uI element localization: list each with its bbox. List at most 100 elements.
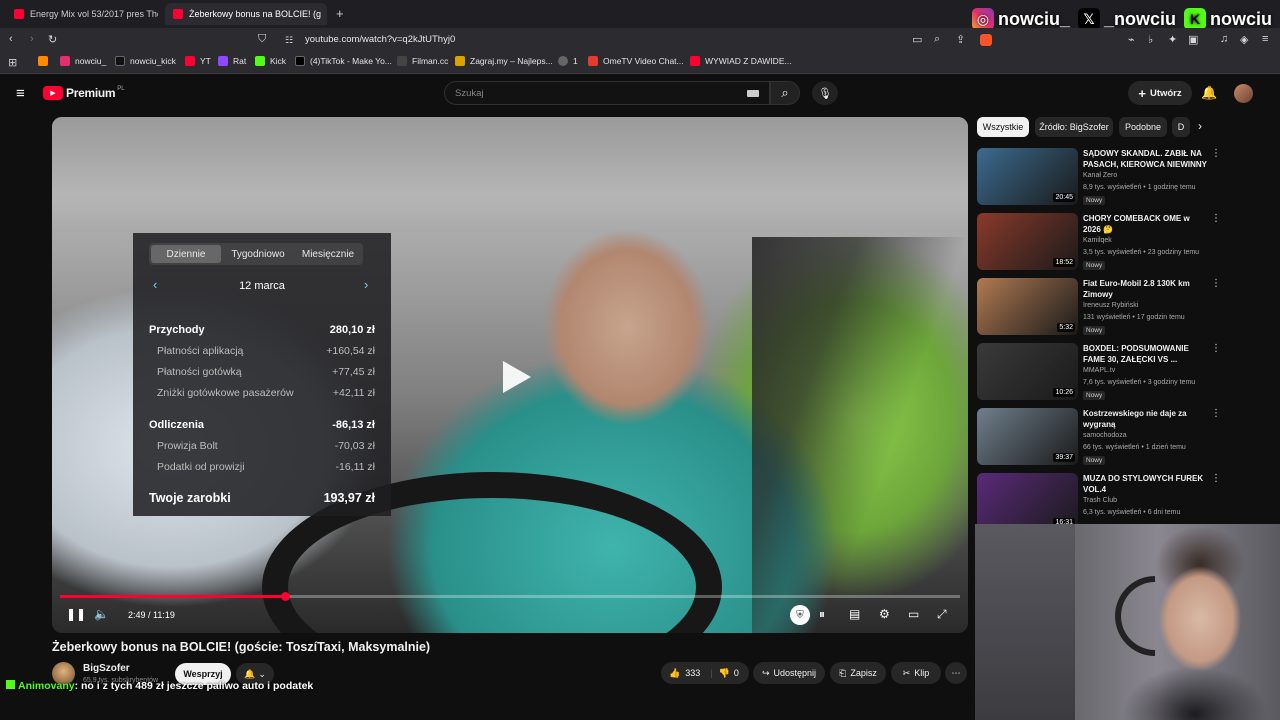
more-options-icon[interactable]: ⋮ (1211, 408, 1221, 419)
bookmark-item[interactable] (38, 56, 53, 66)
music-icon[interactable]: ♫ (1220, 33, 1228, 45)
sidebar-toggle-icon[interactable]: ▣ (1188, 33, 1198, 46)
tab-monthly[interactable]: Miesięcznie (295, 245, 361, 263)
more-options-icon[interactable]: ⋮ (1211, 148, 1221, 159)
recommendation-channel[interactable]: Trash Club (1083, 497, 1117, 504)
recommendation-channel[interactable]: Kamilqek (1083, 237, 1112, 244)
more-options-icon[interactable]: ⋮ (1211, 473, 1221, 484)
recommendation-item[interactable]: 39:37 Kostrzewskiego nie daje za wygraną s… (977, 408, 1222, 468)
bookmark-item[interactable]: Zagraj.my – Najleps... (455, 56, 553, 66)
share-button[interactable]: ↪ Udostępnij (753, 662, 825, 684)
thumbs-down-icon[interactable]: 👎 (719, 668, 730, 679)
tab-weekly[interactable]: Tygodniowo (223, 245, 293, 263)
recommendation-channel[interactable]: Kanał Zero (1083, 172, 1117, 179)
browser-tab[interactable]: Energy Mix vol 53/2017 pres The (6, 3, 158, 25)
keyboard-icon[interactable] (747, 90, 759, 97)
chip-source[interactable]: Źródło: BigSzofer (1035, 117, 1113, 137)
thumbs-up-icon[interactable]: 👍 (669, 668, 680, 679)
new-tab-icon[interactable]: + (336, 6, 344, 21)
hamburger-menu-icon[interactable]: ≡ (16, 85, 25, 102)
video-thumbnail[interactable]: 5:32 (977, 278, 1078, 335)
bookmark-item[interactable]: 1 (558, 56, 578, 66)
back-icon[interactable]: ‹ (9, 33, 13, 45)
like-count[interactable]: 333 (685, 668, 700, 678)
bookmark-item[interactable]: WYWIAD Z DAWIDE... (690, 56, 792, 66)
recommendation-title[interactable]: SĄDOWY SKANDAL. ZABIŁ NA PASACH, KIEROWC… (1083, 148, 1207, 170)
miniplayer-icon[interactable]: ▭ (908, 607, 919, 621)
apps-grid-icon[interactable]: ⊞ (8, 56, 17, 69)
bookmark-item[interactable]: OmeTV Video Chat... (588, 56, 684, 66)
create-button[interactable]: + Utwórz (1128, 81, 1192, 105)
more-options-icon[interactable]: ⋮ (1211, 343, 1221, 354)
bookmark-item[interactable]: nowciu_ (60, 56, 106, 66)
play-icon[interactable] (495, 357, 535, 397)
cast-icon[interactable]: ▭ (912, 33, 922, 46)
video-thumbnail[interactable]: 39:37 (977, 408, 1078, 465)
url-bar[interactable]: youtube.com/watch?v=q2kJtUThyj0 (305, 34, 455, 45)
reload-icon[interactable]: ↻ (48, 33, 57, 46)
bookmark-item[interactable]: YT (185, 56, 211, 66)
fullscreen-icon[interactable]: ⤢ (937, 607, 947, 622)
voice-search-button[interactable]: 🎙 (812, 81, 838, 105)
extension-icon[interactable]: ⌁ (1128, 33, 1135, 46)
avatar[interactable] (1234, 84, 1253, 103)
recommendation-title[interactable]: CHORY COMEBACK OME w 2026 🤔 (1083, 213, 1207, 235)
search-input[interactable]: Szukaj (444, 81, 770, 105)
chip-all[interactable]: Wszystkie (977, 117, 1029, 137)
search-button[interactable]: ⌕ (770, 81, 800, 105)
recommendation-title[interactable]: Fiat Euro-Mobil 2.8 130K km Zimowy (1083, 278, 1207, 300)
bookmark-item[interactable]: Kick (255, 56, 286, 66)
recommendation-channel[interactable]: samochodoza (1083, 432, 1127, 439)
video-thumbnail[interactable]: 16:31 (977, 473, 1078, 524)
subtitles-icon[interactable]: ▤ (849, 607, 860, 621)
brave-shield-icon[interactable] (980, 34, 992, 46)
recommendation-channel[interactable]: MMAPL.tv (1083, 367, 1115, 374)
bookmark-item[interactable]: Filman.cc (397, 56, 448, 66)
video-thumbnail[interactable]: 20:45 (977, 148, 1078, 205)
bookmark-item[interactable]: nowciu_kick (115, 56, 176, 66)
settings-gear-icon[interactable]: ⚙ (879, 607, 890, 621)
site-info-icon[interactable]: ☷ (285, 35, 293, 46)
recommendation-item[interactable]: 10:26 BOXDEL: PODSUMOWANIE FAME 30, ZAŁĘC… (977, 343, 1222, 403)
more-options-icon[interactable]: ⋮ (1211, 213, 1221, 224)
puzzle-icon[interactable]: ✦ (1168, 33, 1177, 46)
chip-similar[interactable]: Podobne (1119, 117, 1167, 137)
next-date-chevron-icon[interactable]: › (364, 277, 368, 292)
share-icon[interactable]: ⇪ (956, 33, 965, 46)
recommendation-title[interactable]: Kostrzewskiego nie daje za wygraną (1083, 408, 1207, 430)
notifications-bell-icon[interactable]: 🔔 (1201, 85, 1217, 101)
chip-more[interactable]: D (1172, 117, 1190, 137)
video-thumbnail[interactable]: 10:26 (977, 343, 1078, 400)
forward-icon[interactable]: › (30, 33, 34, 45)
recommendation-item[interactable]: 18:52 CHORY COMEBACK OME w 2026 🤔 Kamilqek… (977, 213, 1222, 273)
save-button[interactable]: ⎗ Zapisz (830, 662, 886, 684)
recommendation-item[interactable]: 16:31 MUZA DO STYLOWYCH FUREK VOL.4 Trash … (977, 473, 1222, 524)
chips-next-chevron-icon[interactable]: › (1198, 119, 1202, 133)
extension-icon[interactable]: ♭ (1148, 33, 1153, 46)
browser-tab-active[interactable]: Żeberkowy bonus na BOLCIE! (g ✕ (165, 3, 327, 25)
video-player[interactable]: Dziennie Tygodniowo Miesięcznie ‹ 12 mar… (52, 117, 968, 633)
menu-icon[interactable]: ≡ (1262, 33, 1268, 45)
video-thumbnail[interactable]: 18:52 (977, 213, 1078, 270)
bookmark-item[interactable]: Rat (218, 56, 246, 66)
shield-icon[interactable]: ⛨ (790, 605, 810, 625)
volume-icon[interactable]: 🔈 (94, 607, 109, 621)
autoplay-toggle-icon[interactable]: ⏸ (819, 607, 825, 622)
recommendation-channel[interactable]: Ireneusz Rybiński (1083, 302, 1138, 309)
recommendation-item[interactable]: 5:32 Fiat Euro-Mobil 2.8 130K km Zimowy Ir… (977, 278, 1222, 338)
bookmark-icon[interactable]: ⛉ (258, 33, 266, 46)
more-options-icon[interactable]: ⋮ (1211, 278, 1221, 289)
recommendation-item[interactable]: 20:45 SĄDOWY SKANDAL. ZABIŁ NA PASACH, KI… (977, 148, 1222, 208)
recommendation-title[interactable]: MUZA DO STYLOWYCH FUREK VOL.4 (1083, 473, 1207, 495)
bookmark-item[interactable]: (4)TikTok - Make Yo... (295, 56, 392, 66)
youtube-logo[interactable]: ▶ Premium PL (43, 86, 125, 100)
more-actions-icon[interactable]: ⋯ (945, 662, 967, 684)
tab-daily[interactable]: Dziennie (151, 245, 221, 263)
channel-name[interactable]: BigSzofer (83, 663, 130, 674)
vpn-icon[interactable]: ◈ (1240, 33, 1248, 46)
clip-button[interactable]: ✂ Klip (891, 662, 941, 684)
progress-bar[interactable] (60, 592, 960, 601)
pause-icon[interactable]: ❚❚ (66, 607, 86, 621)
zoom-icon[interactable]: ⌕ (934, 33, 940, 46)
recommendation-title[interactable]: BOXDEL: PODSUMOWANIE FAME 30, ZAŁĘCKI VS… (1083, 343, 1207, 365)
